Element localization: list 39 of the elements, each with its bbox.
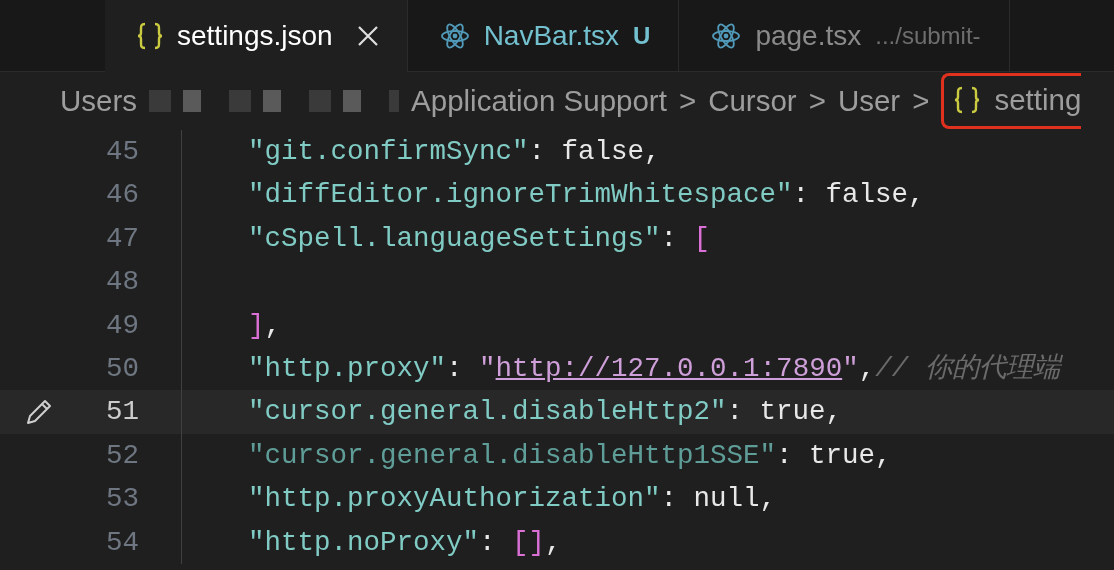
code-line: "http.noProxy": [], (248, 525, 562, 560)
line-number: 53 (105, 482, 139, 517)
git-status-label: U (633, 21, 651, 51)
code-line: "git.confirmSync": false, (248, 135, 661, 170)
tab-label: page.tsx (755, 19, 862, 53)
tab-label: settings.json (177, 19, 333, 53)
code-line: "cSpell.languageSettings": [ (248, 221, 711, 256)
line-number: 48 (105, 265, 139, 300)
breadcrumb-separator: > (808, 82, 826, 119)
line-number: 51 (105, 395, 139, 430)
breadcrumb-item[interactable]: Cursor (708, 78, 797, 124)
breadcrumb-separator: > (912, 82, 930, 119)
editor-tab[interactable]: page.tsx .../submit- (679, 0, 1010, 72)
braces-icon (954, 86, 981, 114)
line-number: 54 (105, 525, 139, 560)
code-line: ], (248, 308, 282, 343)
code-line: "http.proxyAuthorization": null, (248, 482, 777, 517)
tab-label: NavBar.tsx (483, 19, 620, 53)
line-number: 47 (105, 221, 139, 256)
atom-icon (711, 21, 742, 51)
code-line: "cursor.general.disableHttp1SSE": true, (248, 438, 892, 473)
breadcrumb-item[interactable]: Users (60, 78, 138, 124)
line-number: 45 (105, 135, 139, 170)
line-number: 50 (105, 352, 139, 386)
code-line: "diffEditor.ignoreTrimWhitespace": false, (248, 178, 925, 213)
breadcrumb-item[interactable]: User (837, 78, 901, 124)
editor-tab[interactable]: settings.json (105, 0, 408, 72)
line-number: 46 (105, 178, 139, 213)
line-number: 52 (105, 438, 139, 473)
code-line: "cursor.general.disableHttp2": true, (248, 395, 843, 430)
close-icon[interactable] (356, 25, 379, 47)
breadcrumb-item[interactable]: setting (941, 72, 1082, 130)
tab-path: .../submit- (875, 21, 981, 51)
breadcrumb-separator: > (678, 82, 697, 119)
braces-icon (137, 22, 163, 50)
editor-tab[interactable]: NavBar.tsx U (407, 0, 680, 72)
line-number: 49 (105, 308, 139, 343)
breadcrumb-item[interactable]: Application Support (411, 78, 667, 124)
atom-icon (439, 21, 470, 51)
